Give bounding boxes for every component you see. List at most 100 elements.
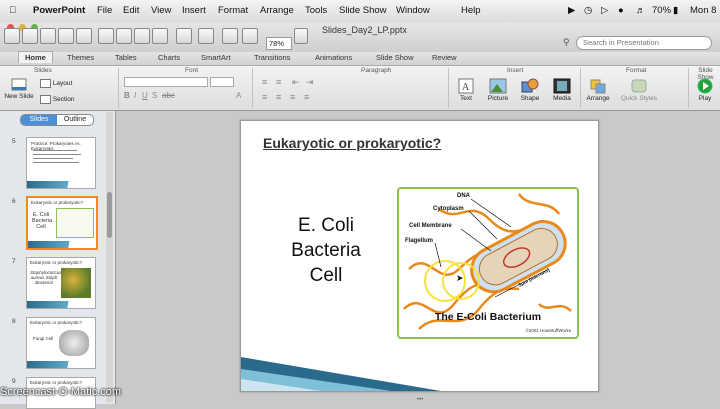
shape-button[interactable]: Shape	[518, 78, 542, 102]
shape-label: Shape	[520, 95, 540, 102]
slide-thumbnail-7[interactable]: Eukaryotic or prokaryotic? Staphylococcu…	[26, 257, 96, 309]
arrange-label: Arrange	[586, 95, 610, 102]
slides-pane: Slides Outline 5 Practice: Prokaryotes v…	[0, 111, 116, 409]
underline-icon[interactable]: U	[142, 91, 148, 100]
slide-body-text[interactable]: E. Coli Bacteria Cell	[281, 213, 371, 288]
screencast-watermark: Screencast-O-Matic.com	[0, 386, 122, 398]
sidebar-toggle-icon[interactable]	[4, 28, 20, 44]
menu-format[interactable]: Format	[218, 5, 248, 16]
thumbnail-title: Eukaryotic or prokaryotic?	[30, 320, 83, 325]
menu-app-name[interactable]: PowerPoint	[33, 5, 85, 16]
thumbnail-text-line	[33, 162, 79, 163]
zoom-field[interactable]: 78%	[266, 37, 292, 50]
layout-button[interactable]: Layout	[40, 79, 72, 88]
tab-transitions[interactable]: Transitions	[254, 53, 290, 62]
text-box-button[interactable]: A Text	[454, 78, 478, 102]
tab-animations[interactable]: Animations	[315, 53, 352, 62]
bluetooth-icon[interactable]: ▶	[568, 5, 575, 16]
menubar-clock[interactable]: Mon 8	[690, 5, 716, 16]
menu-slide-show[interactable]: Slide Show	[339, 5, 387, 16]
tab-home[interactable]: Home	[18, 51, 53, 63]
menu-insert[interactable]: Insert	[182, 5, 206, 16]
shadow-icon[interactable]: S	[152, 91, 157, 100]
thumbnail-band	[27, 361, 95, 368]
redo-icon[interactable]	[198, 28, 214, 44]
help-icon[interactable]	[294, 28, 308, 44]
slides-pane-scrollbar[interactable]	[106, 112, 113, 402]
ribbon: Slides Font Paragraph Insert Format Slid…	[0, 66, 720, 111]
current-slide[interactable]: Eukaryotic or prokaryotic? E. Coli Bacte…	[240, 120, 599, 392]
toolbox-icon[interactable]	[242, 28, 258, 44]
undo-icon[interactable]	[176, 28, 192, 44]
resize-handle-icon[interactable]: •••	[417, 397, 423, 403]
thumbnail-body: Staphylococcus aureus Staph Bacterial	[30, 270, 62, 285]
copy-icon[interactable]	[116, 28, 132, 44]
slide-thumbnail-5[interactable]: Practice: Prokaryotes vs. Eukaryotes	[26, 137, 96, 189]
menu-arrange[interactable]: Arrange	[260, 5, 294, 16]
templates-icon[interactable]	[40, 28, 56, 44]
speaker-icon[interactable]: ♬	[636, 5, 646, 16]
tab-slides[interactable]: Slides	[21, 115, 57, 125]
save-icon[interactable]	[58, 28, 74, 44]
menu-window[interactable]: Window	[396, 5, 430, 16]
align-left-icon[interactable]: ≡	[262, 92, 267, 102]
paste-icon[interactable]	[134, 28, 150, 44]
thumbnail-text-line	[33, 158, 73, 159]
increase-indent-icon[interactable]: ⇥	[306, 77, 314, 88]
search-icon[interactable]: ⚲	[563, 37, 570, 48]
menu-help[interactable]: Help	[461, 5, 481, 16]
slide-title[interactable]: Eukaryotic or prokaryotic?	[263, 135, 441, 151]
strikethrough-icon[interactable]: abc	[162, 91, 175, 100]
quick-styles-button[interactable]: Quick Styles	[618, 78, 660, 102]
thumbnail-title: Eukaryotic or prokaryotic?	[31, 200, 84, 205]
menu-view[interactable]: View	[151, 5, 171, 16]
tab-slide-show[interactable]: Slide Show	[376, 53, 414, 62]
media-button[interactable]: Media	[550, 78, 574, 102]
slide-thumbnail-6[interactable]: Eukaryotic or prokaryotic? E. Coli Bacte…	[26, 196, 98, 250]
tab-tables[interactable]: Tables	[115, 53, 137, 62]
menu-edit[interactable]: Edit	[123, 5, 139, 16]
play-button[interactable]: Play	[694, 78, 716, 102]
font-size-dropdown[interactable]	[210, 77, 234, 87]
tab-review[interactable]: Review	[432, 53, 457, 62]
bullets-icon[interactable]: ≡	[262, 77, 267, 87]
new-presentation-icon[interactable]	[22, 28, 38, 44]
tab-themes[interactable]: Themes	[67, 53, 94, 62]
thumbnail-image	[59, 330, 89, 356]
menu-tools[interactable]: Tools	[305, 5, 327, 16]
format-painter-icon[interactable]	[152, 28, 168, 44]
slide-thumbnail-8[interactable]: Eukaryotic or prokaryotic? Fungi Cell	[26, 317, 96, 369]
thumbnail-number: 7	[12, 258, 16, 265]
ecoli-diagram[interactable]: DNA Cytoplasm Cell Membrane Flagellum 3μ…	[397, 187, 579, 339]
tab-charts[interactable]: Charts	[158, 53, 180, 62]
volume-icon[interactable]: ▷	[601, 5, 608, 16]
body-line: Cell	[309, 265, 343, 286]
battery-icon[interactable]: ▮	[673, 5, 678, 16]
menu-file[interactable]: File	[97, 5, 112, 16]
cut-icon[interactable]	[98, 28, 114, 44]
justify-icon[interactable]: ≡	[304, 92, 309, 102]
font-name-dropdown[interactable]	[124, 77, 208, 87]
print-icon[interactable]	[76, 28, 92, 44]
apple-icon[interactable]: 	[9, 5, 16, 16]
picture-button[interactable]: Picture	[484, 78, 512, 102]
bold-icon[interactable]: B	[124, 91, 130, 100]
align-right-icon[interactable]: ≡	[290, 92, 295, 102]
search-input[interactable]: Search in Presentation	[576, 36, 712, 50]
numbering-icon[interactable]: ≡	[276, 77, 281, 87]
decrease-indent-icon[interactable]: ⇤	[292, 77, 300, 88]
insert-table-icon[interactable]	[222, 28, 238, 44]
text-box-icon: A	[458, 78, 474, 94]
sync-icon[interactable]: ◷	[584, 5, 592, 16]
tab-outline[interactable]: Outline	[57, 115, 93, 125]
arrange-button[interactable]: Arrange	[584, 78, 612, 102]
battery-percent[interactable]: 70%	[652, 5, 671, 16]
scrollbar-thumb[interactable]	[107, 192, 112, 238]
new-slide-button[interactable]: New Slide	[4, 78, 34, 100]
align-center-icon[interactable]: ≡	[276, 92, 281, 102]
font-color-icon[interactable]: A	[236, 91, 241, 100]
wifi-icon[interactable]: ●	[618, 5, 624, 16]
italic-icon[interactable]: I	[134, 91, 136, 100]
section-button[interactable]: Section	[40, 95, 75, 104]
tab-smartart[interactable]: SmartArt	[201, 53, 231, 62]
